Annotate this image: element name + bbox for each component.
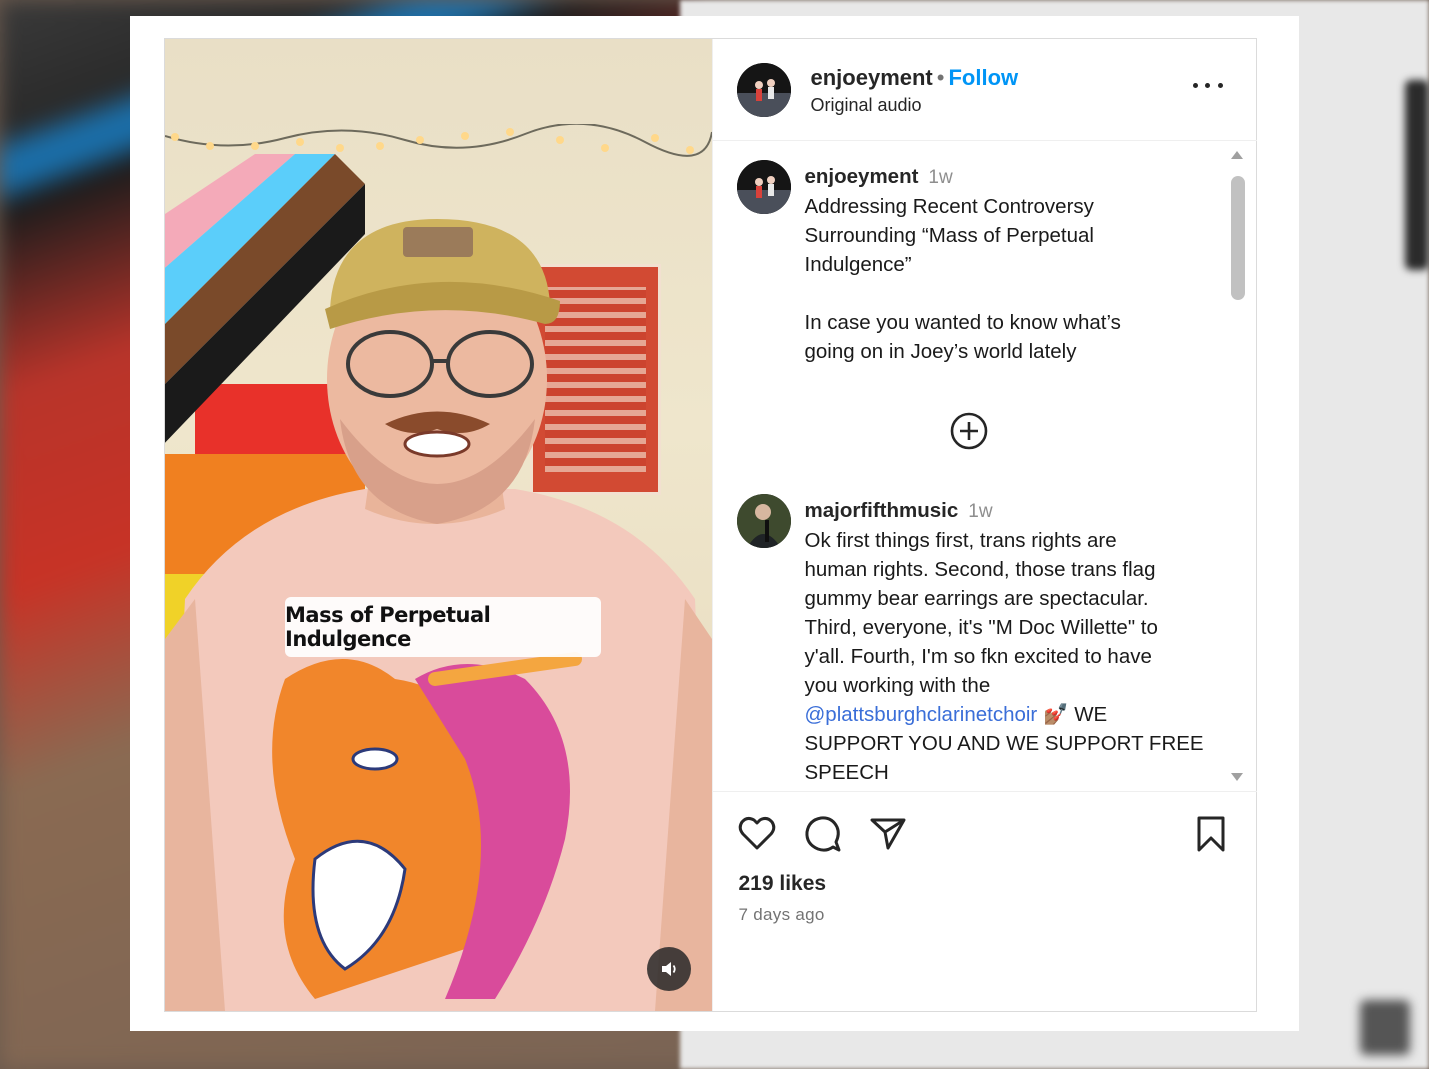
background-blur-bookmark [1360, 1000, 1410, 1055]
comment-time[interactable]: 1w [968, 501, 992, 522]
video-player[interactable]: Mass of Perpetual Indulgence [165, 39, 712, 1011]
dot [1192, 82, 1198, 88]
comment-text: Third, everyone, it's "M Doc Willette" t… [804, 616, 1158, 639]
dot [1205, 82, 1210, 88]
caption-username[interactable]: enjoeyment [805, 165, 919, 188]
caption-text: Indulgence” [804, 253, 912, 276]
heart-icon[interactable] [737, 814, 777, 854]
mention-link[interactable]: @plattsburghclarinetchoir [805, 703, 1038, 726]
comment-text: SUPPORT YOU AND WE SUPPORT FREE [804, 732, 1204, 755]
caption-author-avatar[interactable] [736, 160, 791, 214]
follow-button[interactable]: Follow [948, 65, 1018, 90]
caption-text: going on in Joey’s world lately [804, 340, 1077, 363]
comment-text: WE [1068, 703, 1108, 726]
caption-text: Addressing Recent Controversy [804, 195, 1094, 218]
caption-time[interactable]: 1w [928, 167, 952, 188]
author-avatar[interactable] [736, 63, 791, 117]
plus-circle-icon[interactable] [950, 412, 988, 450]
bookmark-icon[interactable] [1191, 814, 1231, 854]
post-header: enjoeyment • Follow Original audio [712, 39, 1257, 141]
caption-block: enjoeyment 1w Addressing Recent Controver… [805, 162, 1215, 366]
comment-bubble-icon[interactable] [803, 814, 843, 854]
author-username[interactable]: enjoeyment [811, 65, 933, 90]
avatar-image [736, 63, 791, 117]
mute-button[interactable] [647, 947, 691, 991]
comment-username[interactable]: majorfifthmusic [805, 499, 959, 522]
comment-text: you working with the [804, 674, 991, 697]
comment-text: SPEECH [804, 761, 889, 784]
audio-label[interactable]: Original audio [811, 95, 922, 116]
comment-text: human rights. Second, those trans flag [804, 558, 1156, 581]
comment-text: Ok first things first, trans rights are [804, 529, 1117, 552]
comment-header: majorfifthmusic 1w [805, 496, 1215, 526]
header-user-line: enjoeyment • Follow [811, 65, 1019, 91]
background-blur-element [1405, 80, 1429, 270]
person-figure [165, 219, 712, 1011]
post-dialog: Mass of Perpetual Indulgence enjoeyment •… [164, 38, 1257, 1012]
speaker-icon [662, 962, 676, 976]
nail-polish-emoji: 💅🏽 [1042, 703, 1069, 726]
comment-block: majorfifthmusic 1w Ok first things first,… [805, 496, 1215, 787]
paper-plane-icon[interactable] [868, 814, 908, 854]
comments-list[interactable]: enjoeyment 1w Addressing Recent Controver… [713, 142, 1257, 790]
comment-text: y'all. Fourth, I'm so fkn excited to hav… [804, 645, 1152, 668]
post-sidebar: enjoeyment • Follow Original audio enjoeym… [711, 39, 1257, 1012]
comment-text-line: @plattsburghclarinetchoir 💅🏽 WE [805, 700, 1215, 729]
caption-text: In case you wanted to know what’s [804, 311, 1121, 334]
likes-count[interactable]: 219 likes [739, 872, 827, 896]
commenter-avatar[interactable] [736, 494, 791, 548]
post-actions: 219 likes 7 days ago [712, 791, 1257, 1012]
video-caption-overlay: Mass of Perpetual Indulgence [285, 597, 601, 657]
more-options-icon[interactable] [1192, 75, 1223, 95]
post-date[interactable]: 7 days ago [739, 905, 825, 925]
avatar-image [736, 494, 791, 548]
avatar-image [736, 160, 791, 214]
scroll-thumb[interactable] [1230, 176, 1245, 300]
comment-text: gummy bear earrings are spectacular. [804, 587, 1149, 610]
comments-scrollbar[interactable] [1227, 150, 1245, 782]
caption-text: Surrounding “Mass of Perpetual [804, 224, 1094, 247]
scroll-up-arrow-icon[interactable] [1230, 150, 1244, 160]
separator-dot: • [936, 65, 945, 90]
scroll-down-arrow-icon[interactable] [1230, 772, 1244, 782]
caption-header: enjoeyment 1w [805, 162, 1215, 192]
dot [1217, 82, 1223, 88]
